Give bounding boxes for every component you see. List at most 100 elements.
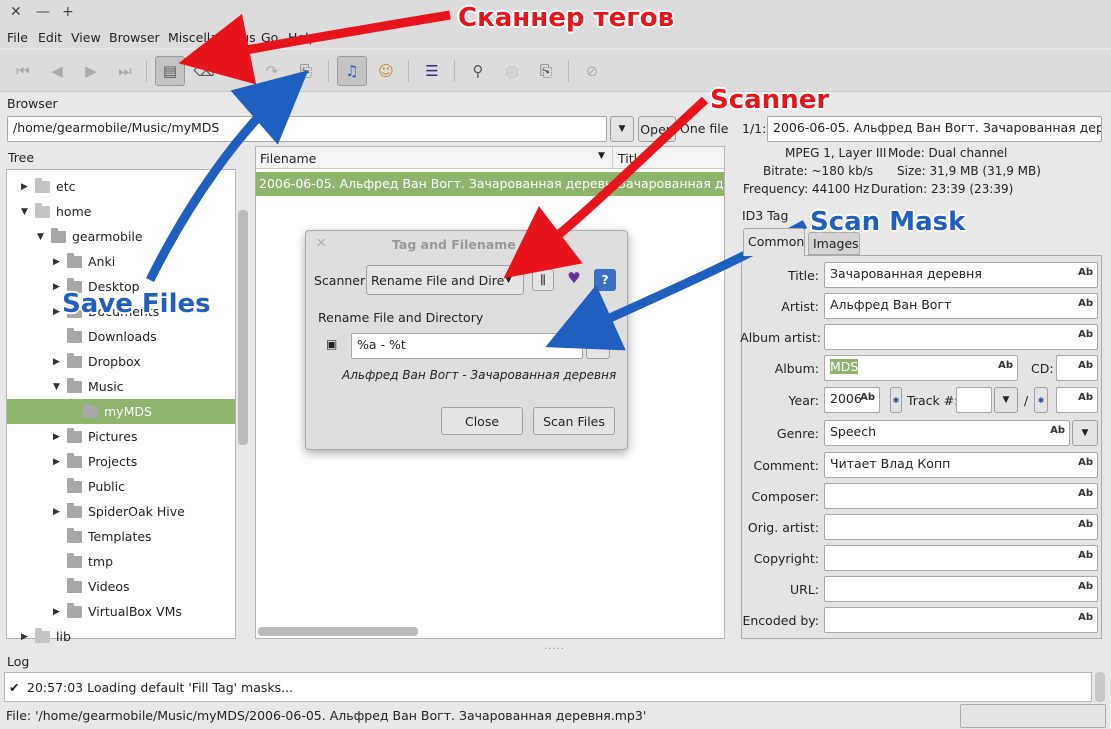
year-field[interactable]: 2006 Ab: [824, 387, 880, 413]
expand-right-icon[interactable]: ▶: [53, 507, 67, 517]
scan-mask-input[interactable]: %a - %t: [351, 333, 583, 359]
url-field[interactable]: Ab: [824, 576, 1098, 602]
artist-field[interactable]: Альфред Ван Вогт Ab: [824, 293, 1098, 319]
tree-item[interactable]: Downloads: [7, 324, 235, 349]
menu-go[interactable]: Go: [261, 30, 278, 45]
last-file-icon[interactable]: ⏭: [110, 56, 140, 86]
tag-scanner-icon[interactable]: ▤: [155, 56, 185, 86]
tree-item[interactable]: Videos: [7, 574, 235, 599]
track-total-field[interactable]: Ab: [1056, 387, 1098, 413]
tab-common[interactable]: Common: [743, 228, 805, 256]
filename-entry[interactable]: 2006-06-05. Альфред Ван Вогт. Зачарованн…: [767, 116, 1102, 142]
menu-miscellaneous[interactable]: Miscellaneous: [168, 30, 256, 45]
expand-down-icon[interactable]: ▼: [53, 382, 67, 392]
save-files-icon[interactable]: ⎘: [291, 56, 321, 86]
file-list-hscrollbar[interactable]: [258, 627, 418, 636]
tree-item[interactable]: ▶ Anki: [7, 249, 235, 274]
path-dropdown-button[interactable]: ▼: [610, 116, 634, 142]
ab-icon: Ab: [1078, 581, 1093, 592]
previous-file-icon[interactable]: ◀: [42, 56, 72, 86]
mask-editor-icon[interactable]: ♥: [563, 269, 585, 291]
expand-down-icon[interactable]: ▼: [37, 232, 51, 242]
first-file-icon[interactable]: ⏮: [8, 56, 38, 86]
browser-path-input[interactable]: /home/gearmobile/Music/myMDS: [7, 116, 607, 142]
column-filename[interactable]: Filename: [260, 151, 316, 166]
tree-item[interactable]: ▶ lib: [7, 624, 235, 649]
tree-item[interactable]: ▶ Dropbox: [7, 349, 235, 374]
comment-field[interactable]: Читает Влад Копп Ab: [824, 452, 1098, 478]
composer-field[interactable]: Ab: [824, 483, 1098, 509]
track-total-fill-button[interactable]: ✱: [1034, 387, 1048, 413]
tree-item[interactable]: ▶ SpiderOak Hive: [7, 499, 235, 524]
expand-right-icon[interactable]: ▶: [21, 632, 35, 642]
album-field[interactable]: MDS Ab: [824, 355, 1018, 381]
menu-file[interactable]: File: [7, 30, 28, 45]
cd-icon[interactable]: ◎: [497, 56, 527, 86]
music-view-icon[interactable]: ♫: [337, 56, 367, 86]
next-file-icon[interactable]: ▶: [76, 56, 106, 86]
remove-tag-icon[interactable]: ⌫: [189, 56, 219, 86]
tree-item[interactable]: tmp: [7, 549, 235, 574]
tree-item[interactable]: Templates: [7, 524, 235, 549]
size-info: Size: 31,9 MB (31,9 MB): [897, 164, 1041, 178]
menu-browser[interactable]: Browser: [109, 30, 160, 45]
stop-icon[interactable]: ⊘: [577, 56, 607, 86]
artist-view-icon[interactable]: ☺: [371, 56, 401, 86]
log-scrollbar[interactable]: [1095, 672, 1105, 702]
title-field[interactable]: Зачарованная деревня Ab: [824, 262, 1098, 288]
undo-icon[interactable]: ↶: [223, 56, 253, 86]
redo-icon[interactable]: ↷: [257, 56, 287, 86]
tree-item[interactable]: ▼ home: [7, 199, 235, 224]
track-field[interactable]: [956, 387, 992, 413]
menu-help[interactable]: Help: [288, 30, 317, 45]
expand-right-icon[interactable]: ▶: [53, 607, 67, 617]
close-window-button[interactable]: ✕: [10, 4, 22, 20]
expand-right-icon[interactable]: ▶: [53, 357, 67, 367]
tree-item[interactable]: ▼ Music: [7, 374, 235, 399]
tree-scrollbar[interactable]: [238, 210, 248, 445]
pane-handle[interactable]: ·····: [544, 644, 565, 655]
open-button[interactable]: Open: [638, 116, 676, 142]
column-title[interactable]: Title: [618, 151, 645, 166]
minimize-window-button[interactable]: —: [36, 4, 50, 20]
playlist-icon[interactable]: ☰: [417, 56, 447, 86]
dialog-close-icon[interactable]: ✕: [316, 235, 326, 250]
expand-right-icon[interactable]: ▶: [21, 182, 35, 192]
expand-right-icon[interactable]: ▶: [53, 432, 67, 442]
copyright-field[interactable]: Ab: [824, 545, 1098, 571]
file-row[interactable]: 2006-06-05. Альфред Ван Вогт. Зачарованн…: [256, 172, 724, 196]
genre-dropdown[interactable]: ▼: [1072, 420, 1098, 446]
mask-dropdown[interactable]: ▼: [586, 333, 610, 359]
cd-field[interactable]: Ab: [1056, 355, 1098, 381]
album-artist-field[interactable]: Ab: [824, 324, 1098, 350]
expand-right-icon[interactable]: ▶: [53, 257, 67, 267]
folder-icon: [67, 427, 82, 443]
scan-files-button[interactable]: Scan Files: [533, 407, 615, 435]
tree-item[interactable]: myMDS: [7, 399, 235, 424]
scanner-select[interactable]: Rename File and Directory▼: [366, 265, 524, 295]
expand-right-icon[interactable]: ▶: [53, 457, 67, 467]
tree-item[interactable]: ▶ Pictures: [7, 424, 235, 449]
expand-down-icon[interactable]: ▼: [21, 207, 35, 217]
file-row-filename: 2006-06-05. Альфред Ван Вогт. Зачарованн…: [259, 176, 611, 191]
search-icon[interactable]: ⚲: [463, 56, 493, 86]
year-fill-button[interactable]: ✱: [890, 387, 902, 413]
write-playlist-icon[interactable]: ⎘: [531, 56, 561, 86]
tree-item[interactable]: ▶ Projects: [7, 449, 235, 474]
orig-artist-field[interactable]: Ab: [824, 514, 1098, 540]
tree-item[interactable]: ▶ VirtualBox VMs: [7, 599, 235, 624]
scanner-options-icon[interactable]: ⫼: [532, 269, 554, 291]
ab-icon: Ab: [1078, 267, 1093, 278]
encoded-by-field[interactable]: Ab: [824, 607, 1098, 633]
tree-item[interactable]: ▶ etc: [7, 174, 235, 199]
maximize-window-button[interactable]: +: [62, 4, 74, 20]
folder-icon: [67, 327, 82, 343]
tree-item[interactable]: Public: [7, 474, 235, 499]
genre-field[interactable]: Speech Ab: [824, 420, 1070, 446]
track-dropdown[interactable]: ▼: [994, 387, 1018, 413]
help-icon[interactable]: ?: [594, 269, 616, 291]
close-button[interactable]: Close: [441, 407, 523, 435]
menu-edit[interactable]: Edit: [38, 30, 62, 45]
tree-item[interactable]: ▼ gearmobile: [7, 224, 235, 249]
menu-view[interactable]: View: [71, 30, 101, 45]
